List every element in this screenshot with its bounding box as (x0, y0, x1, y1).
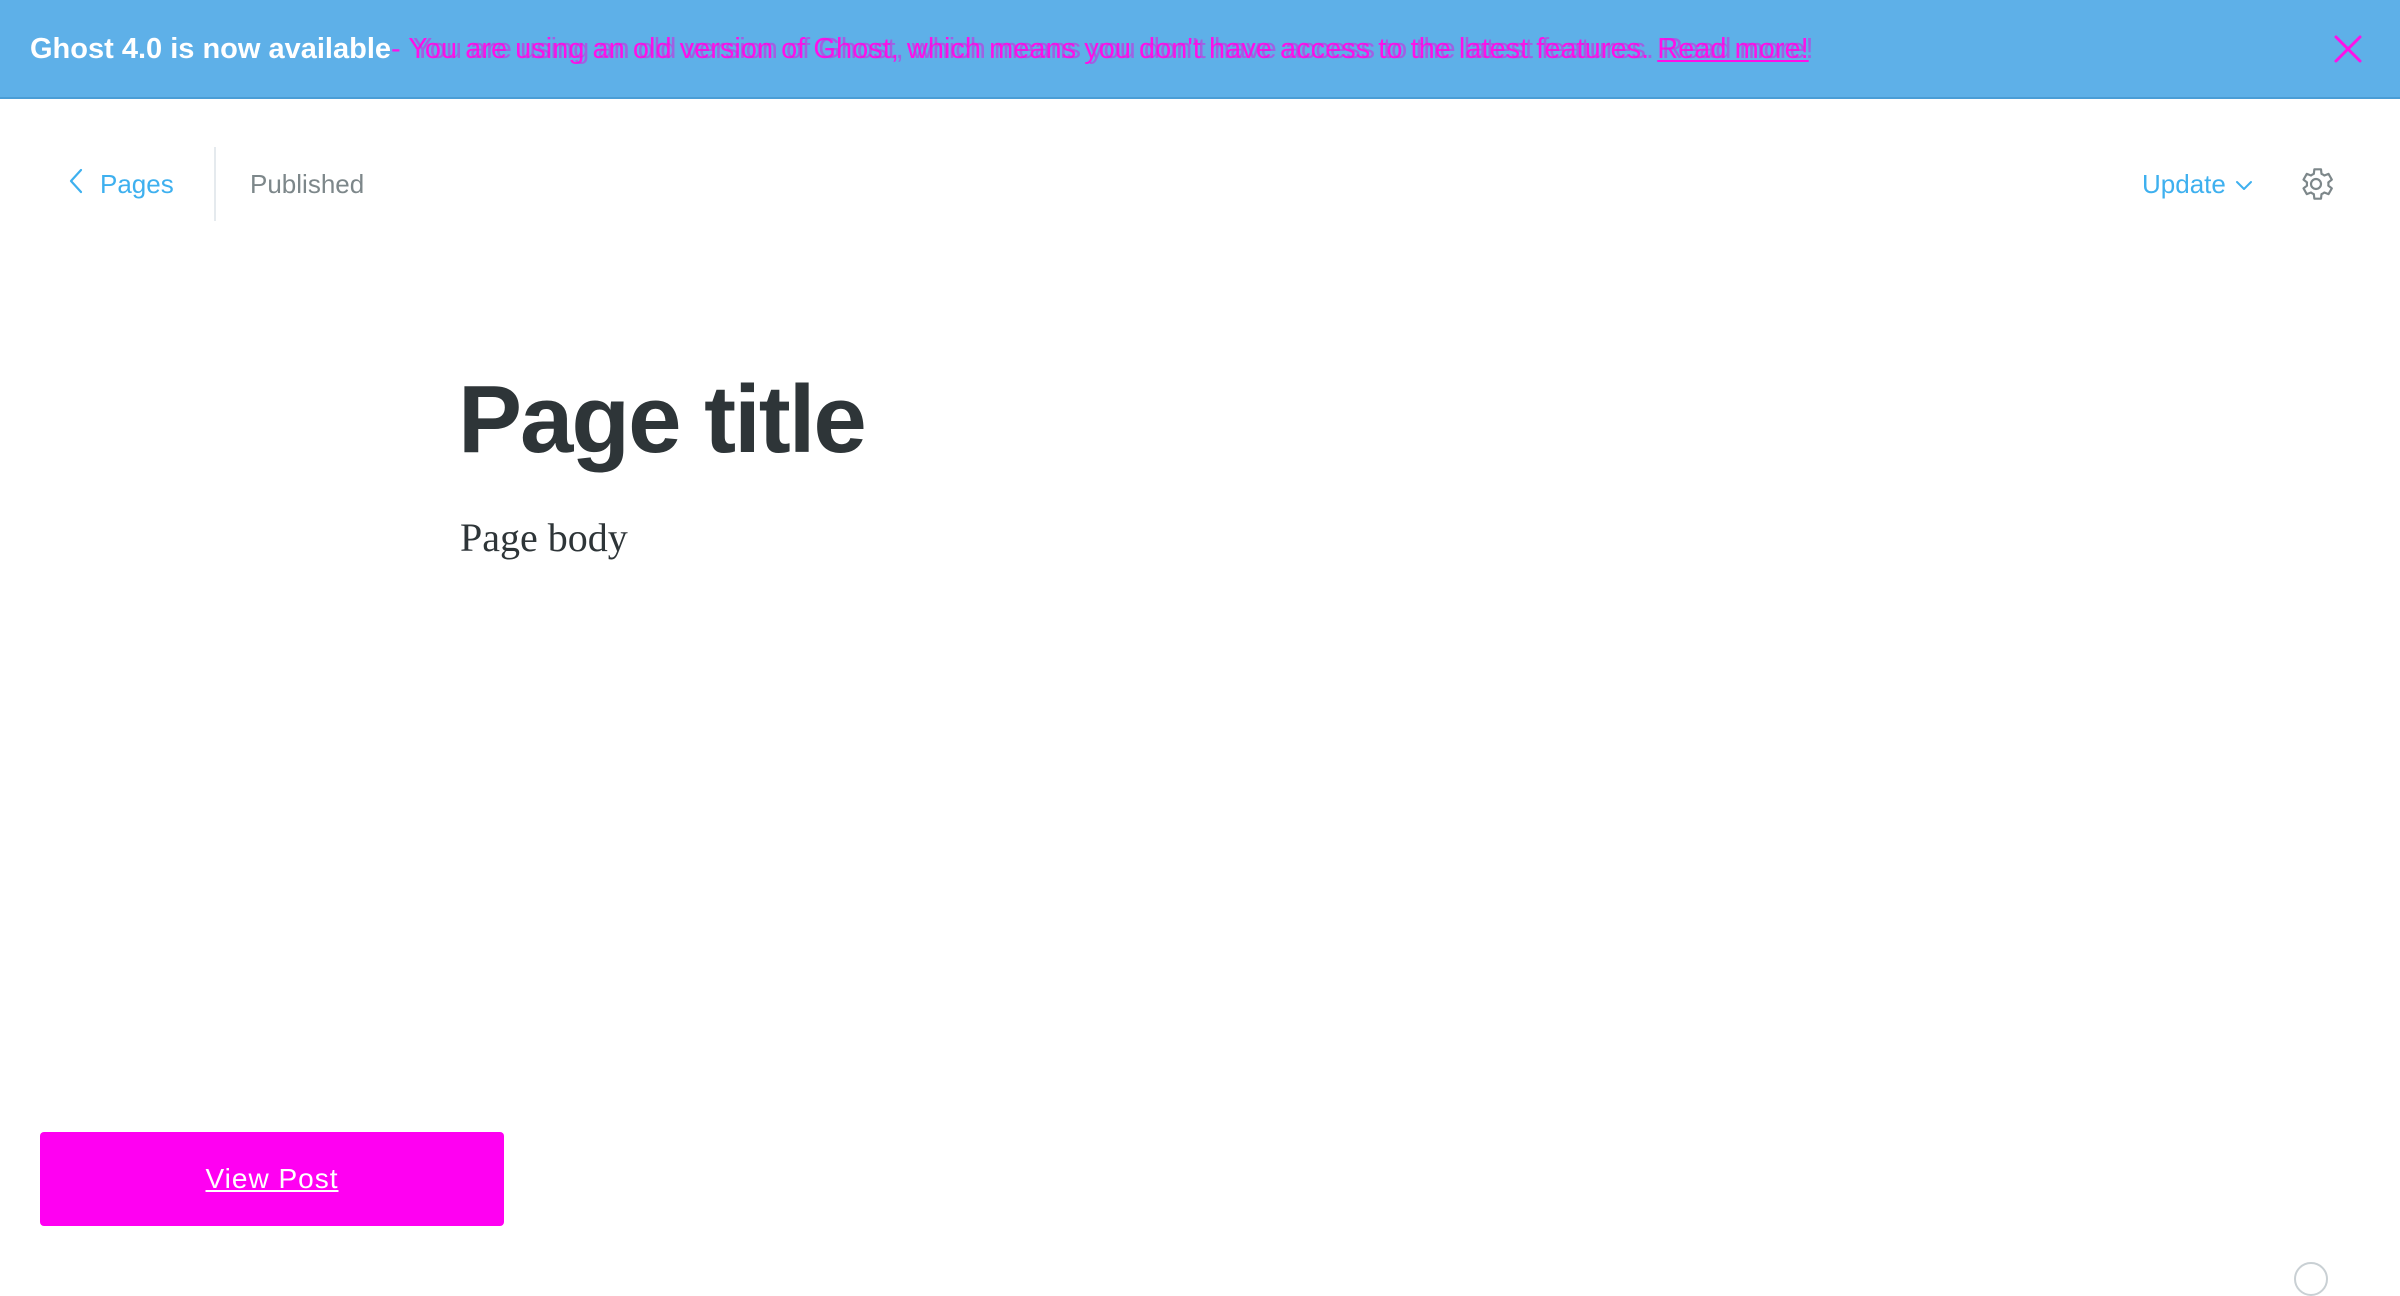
back-to-pages-link[interactable]: Pages (68, 147, 174, 221)
update-dropdown-button[interactable]: Update (2142, 147, 2254, 221)
chevron-left-icon (68, 168, 100, 201)
view-post-button[interactable]: View Post (40, 1132, 504, 1226)
page-body-editor[interactable]: Page body (460, 508, 628, 568)
banner-title: Ghost 4.0 is now available (30, 33, 392, 65)
banner-message-wrap: You are using an old version of Ghost, w… (391, 33, 1814, 66)
publish-status: Published (250, 168, 365, 199)
close-icon[interactable] (2328, 29, 2368, 69)
banner-text: Ghost 4.0 is now available You are using… (30, 0, 1814, 99)
announcement-banner: Ghost 4.0 is now available You are using… (0, 0, 2400, 99)
header-divider (214, 147, 216, 221)
banner-message: - You are using an old version of Ghost,… (391, 33, 1658, 65)
help-icon[interactable] (2294, 1262, 2328, 1296)
update-button-label: Update (2142, 168, 2226, 199)
back-link-label: Pages (100, 168, 174, 199)
gear-icon[interactable] (2296, 164, 2336, 204)
chevron-down-icon (2226, 169, 2254, 200)
page-title-input[interactable]: Page title (458, 360, 867, 480)
banner-read-more-link[interactable]: Read more! (1657, 33, 1809, 65)
